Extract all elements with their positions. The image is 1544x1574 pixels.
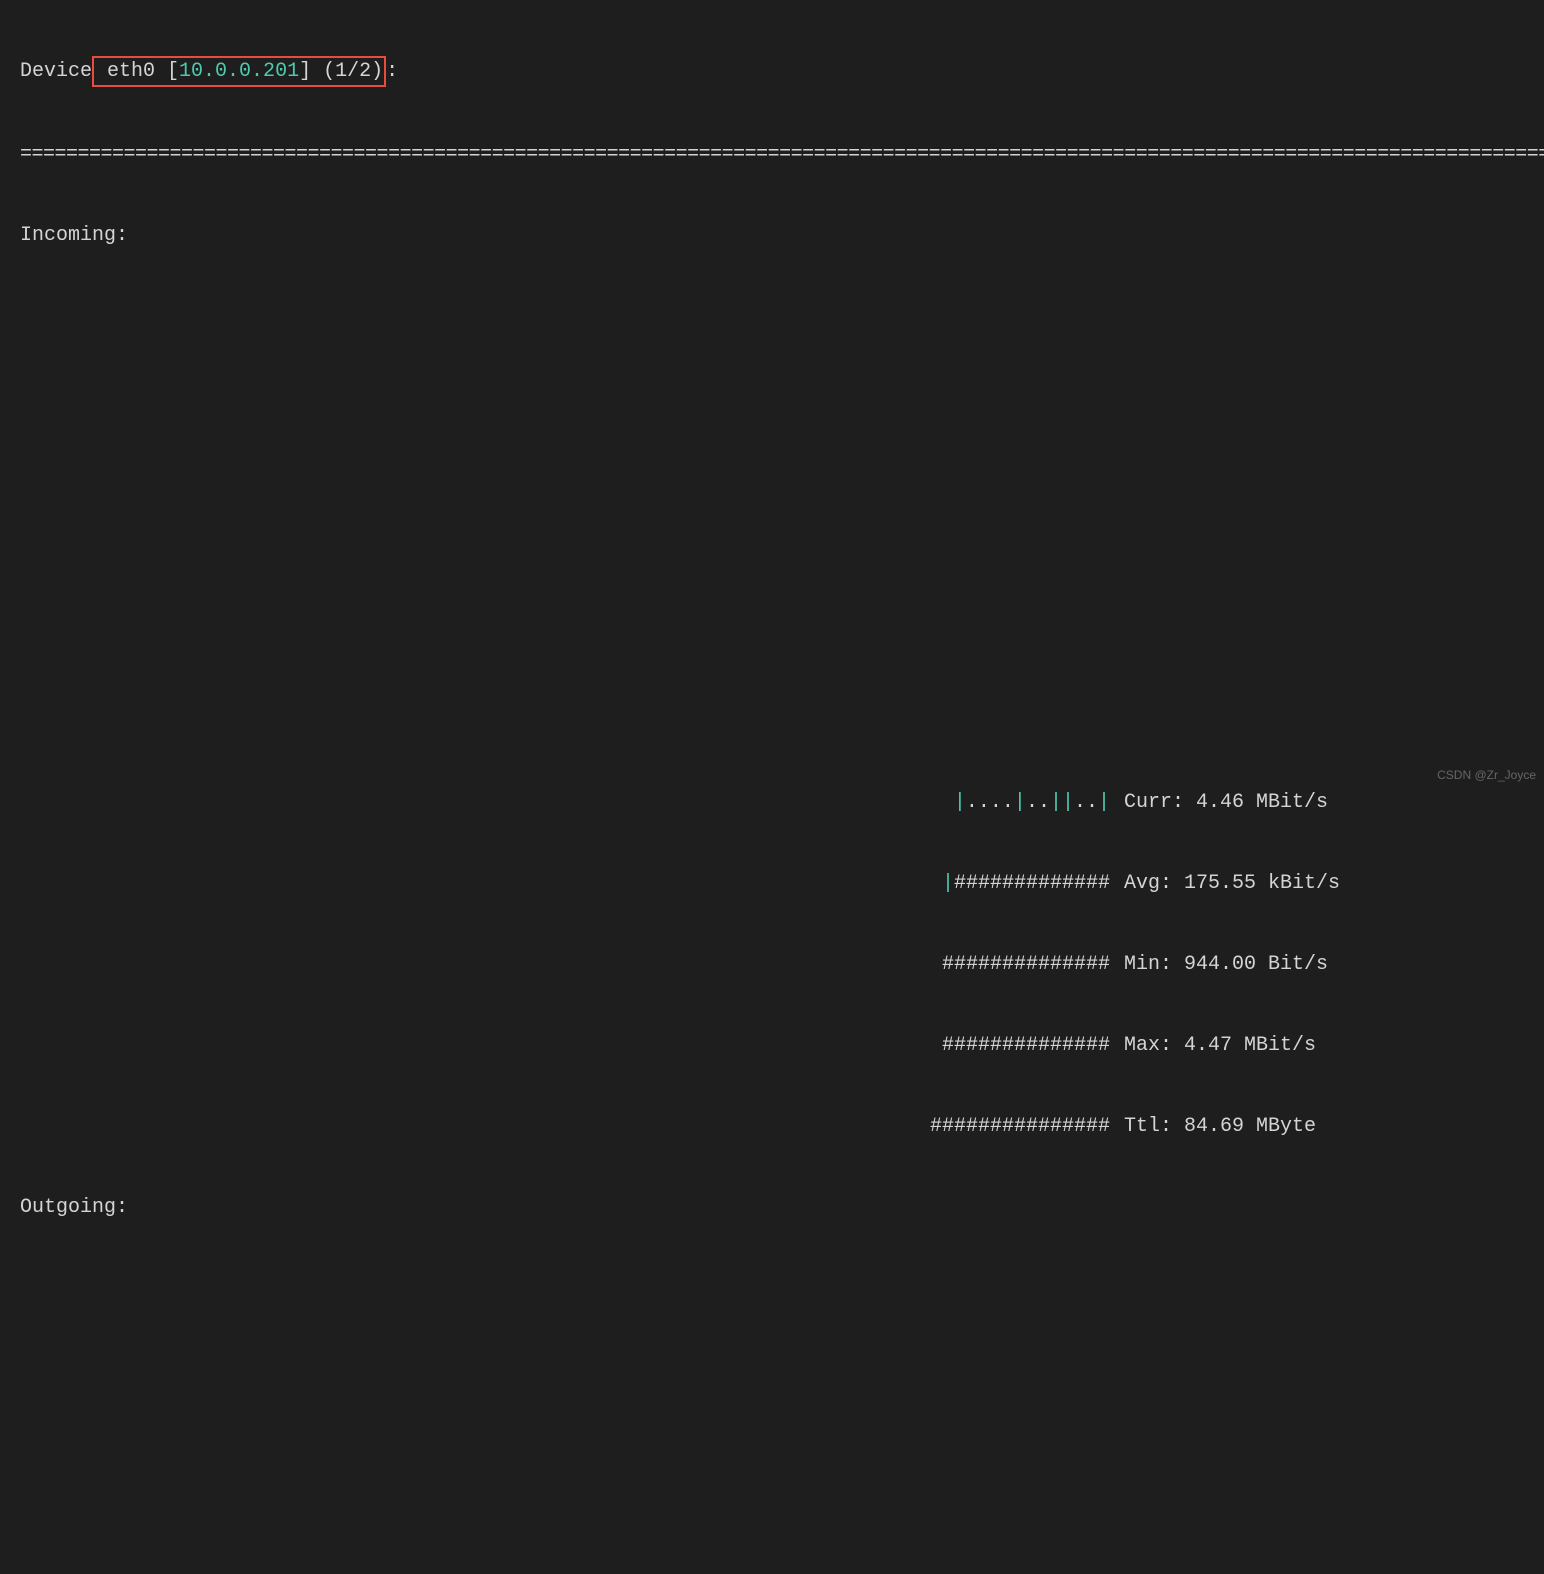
spacer [20, 303, 1544, 330]
incoming-label: Incoming: [20, 222, 1544, 249]
spacer [20, 1518, 1544, 1545]
spacer [20, 708, 1544, 735]
watermark: CSDN @Zr_Joyce [1437, 767, 1536, 783]
highlight-box: eth0 [10.0.0.201] (1/2) [92, 56, 386, 87]
incoming-row-0: |....|..||..|Curr: 4.46 MBit/s [20, 789, 1544, 816]
outgoing-label: Outgoing: [20, 1194, 1544, 1221]
bracket-open: [ [167, 60, 179, 83]
incoming-min: Min: 944.00 Bit/s [1124, 951, 1384, 978]
device-label: Device [20, 60, 92, 83]
spacer [20, 384, 1544, 411]
spacer [20, 465, 1544, 492]
incoming-row-4: ###############Ttl: 84.69 MByte [20, 1113, 1544, 1140]
incoming-curr: Curr: 4.46 MBit/s [1124, 789, 1384, 816]
spacer [20, 627, 1544, 654]
incoming-row-1: |#############Avg: 175.55 kBit/s [20, 870, 1544, 897]
ip-address: 10.0.0.201 [179, 60, 299, 83]
incoming-avg: Avg: 175.55 kBit/s [1124, 870, 1384, 897]
spacer [20, 1437, 1544, 1464]
device-name: eth0 [95, 60, 167, 83]
separator-line: ========================================… [20, 141, 1544, 168]
incoming-max: Max: 4.47 MBit/s [1124, 1032, 1384, 1059]
spacer [20, 1275, 1544, 1302]
device-count: (1/2) [311, 60, 383, 83]
device-header: Device eth0 [10.0.0.201] (1/2): [20, 56, 1544, 87]
terminal-output: Device eth0 [10.0.0.201] (1/2): ========… [20, 2, 1544, 1574]
bracket-close: ] [299, 60, 311, 83]
incoming-row-2: ##############Min: 944.00 Bit/s [20, 951, 1544, 978]
incoming-row-3: ##############Max: 4.47 MBit/s [20, 1032, 1544, 1059]
spacer [20, 546, 1544, 573]
spacer [20, 1356, 1544, 1383]
incoming-ttl: Ttl: 84.69 MByte [1124, 1113, 1384, 1140]
